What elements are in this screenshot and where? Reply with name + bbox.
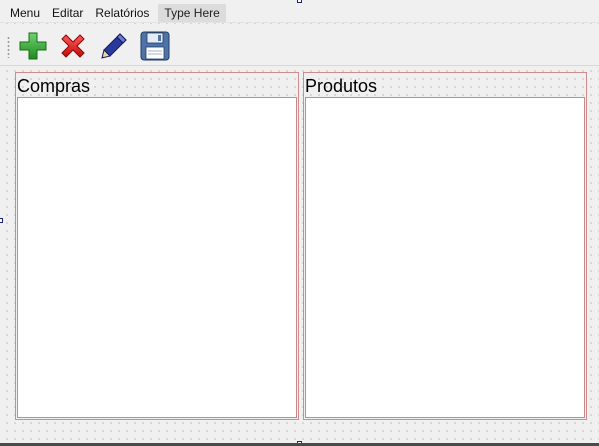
compras-list[interactable] [17,97,297,418]
compras-panel: Compras [15,72,299,420]
delete-x-icon [61,34,85,58]
selection-handle-left[interactable] [0,218,3,223]
floppy-disk-icon [140,31,170,61]
plus-icon [19,32,47,60]
form-designer-surface: Menu Editar Relatórios Type Here Compras… [0,0,599,446]
delete-button[interactable] [56,29,90,63]
produtos-title: Produtos [305,76,378,96]
compras-title: Compras [17,76,91,96]
add-button[interactable] [16,29,50,63]
menu-bar: Menu Editar Relatórios Type Here [0,3,599,23]
menu-item-type-here[interactable]: Type Here [158,3,226,22]
produtos-panel: Produtos [303,72,587,420]
edit-button[interactable] [97,29,131,63]
menu-item-menu[interactable]: Menu [4,4,46,22]
menu-item-relatorios[interactable]: Relatórios [89,4,155,22]
pencil-icon [101,33,127,59]
produtos-list[interactable] [305,97,585,418]
toolbar [0,24,599,66]
save-button[interactable] [138,29,172,63]
menu-item-editar[interactable]: Editar [46,4,89,22]
toolbar-grip[interactable] [7,36,10,58]
